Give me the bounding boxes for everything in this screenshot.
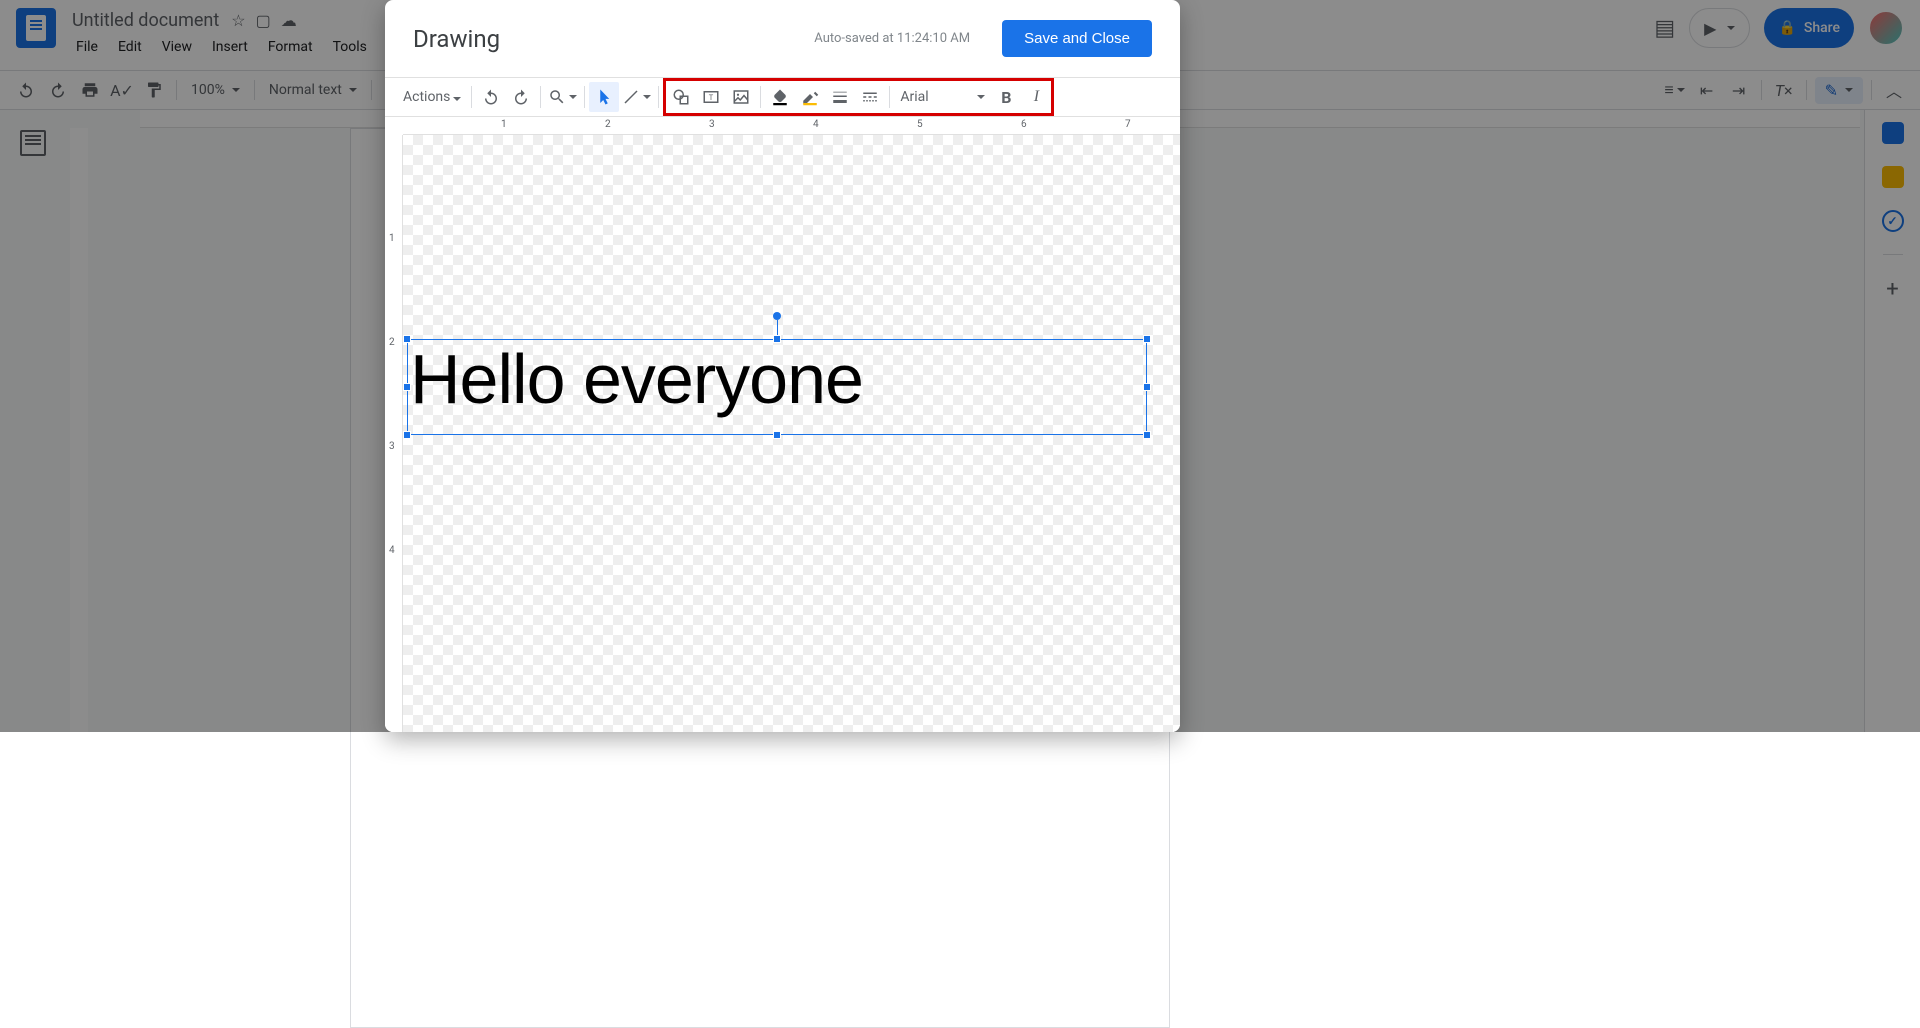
redo-button[interactable] (506, 82, 536, 112)
line-tool[interactable] (619, 82, 654, 112)
border-dash-button[interactable] (855, 82, 885, 112)
highlighted-toolbar-region: T Arial B I (663, 78, 1054, 116)
autosave-status: Auto-saved at 11:24:10 AM (814, 31, 970, 46)
resize-handle-ml[interactable] (403, 383, 411, 391)
resize-handle-bl[interactable] (403, 431, 411, 439)
drawing-ruler-v: 1 2 3 4 (385, 135, 403, 732)
shape-tool[interactable] (666, 82, 696, 112)
resize-handle-tr[interactable] (1143, 335, 1151, 343)
bold-button[interactable]: B (991, 82, 1021, 112)
resize-handle-mr[interactable] (1143, 383, 1151, 391)
textbox-tool[interactable]: T (696, 82, 726, 112)
save-and-close-button[interactable]: Save and Close (1002, 20, 1152, 57)
resize-handle-tl[interactable] (403, 335, 411, 343)
undo-button[interactable] (476, 82, 506, 112)
fill-color-button[interactable] (765, 82, 795, 112)
textbox-content[interactable]: Hello everyone (408, 340, 1146, 414)
svg-text:T: T (709, 93, 714, 102)
resize-handle-bm[interactable] (773, 431, 781, 439)
zoom-button[interactable] (545, 82, 580, 112)
resize-handle-br[interactable] (1143, 431, 1151, 439)
font-select[interactable]: Arial (894, 89, 974, 105)
resize-handle-tm[interactable] (773, 335, 781, 343)
drawing-title: Drawing (413, 25, 500, 53)
drawing-dialog: Drawing Auto-saved at 11:24:10 AM Save a… (385, 0, 1180, 732)
border-weight-button[interactable] (825, 82, 855, 112)
image-tool[interactable] (726, 82, 756, 112)
actions-menu[interactable]: Actions (397, 89, 467, 105)
font-dropdown-icon[interactable] (977, 95, 985, 99)
italic-button[interactable]: I (1021, 82, 1051, 112)
drawing-canvas[interactable]: Hello everyone (403, 135, 1180, 732)
border-color-button[interactable] (795, 82, 825, 112)
drawing-ruler-h: 1 2 3 4 5 6 7 (403, 117, 1180, 135)
rotation-line (777, 320, 778, 336)
selected-textbox[interactable]: Hello everyone (407, 339, 1147, 435)
rotation-handle[interactable] (773, 312, 781, 320)
select-tool[interactable] (589, 82, 619, 112)
